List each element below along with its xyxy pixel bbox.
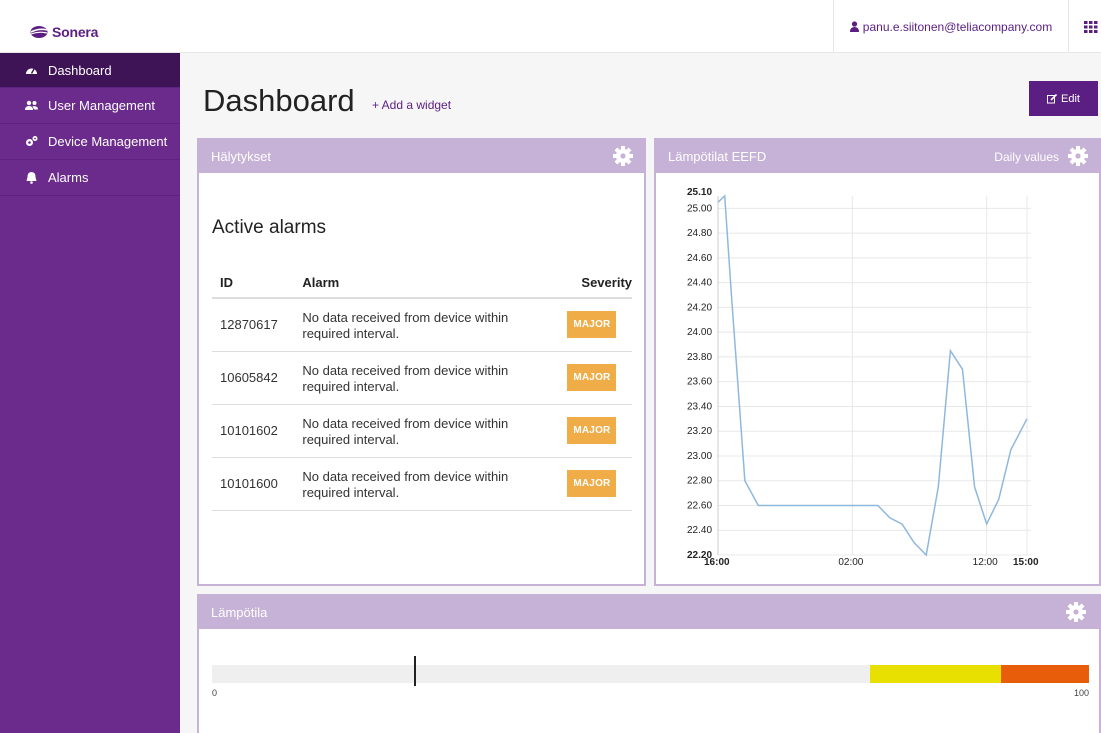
y-tick-label: 25.10 xyxy=(687,187,712,198)
sidebar-item-alarms[interactable]: Alarms xyxy=(0,160,180,196)
y-tick-label: 24.00 xyxy=(687,327,712,338)
temperature-chart-widget: Lämpötilat EEFD Daily values 22.20 22.40 2… xyxy=(654,138,1101,586)
alarm-message: No data received from device within requ… xyxy=(294,404,560,458)
widget-header: Lämpötilat EEFD Daily values xyxy=(656,140,1099,173)
gauge-value-marker xyxy=(413,656,416,686)
y-tick-label: 22.80 xyxy=(687,476,712,487)
widget-header: Hälytykset xyxy=(199,140,644,173)
gear-icon[interactable] xyxy=(1065,601,1087,623)
table-row[interactable]: 10101600 No data received from device wi… xyxy=(212,457,632,511)
brand-logo[interactable]: Sonera xyxy=(30,22,98,42)
sidebar-item-label: Dashboard xyxy=(48,62,112,78)
temperature-gauge-widget: Lämpötila 0 100 xyxy=(197,594,1101,733)
x-tick-label: 02:00 xyxy=(838,557,863,568)
y-tick-label: 23.60 xyxy=(687,377,712,388)
widget-title: Hälytykset xyxy=(211,149,271,164)
alarm-message: No data received from device within requ… xyxy=(294,298,560,352)
edit-button[interactable]: Edit xyxy=(1029,81,1098,116)
y-tick-label: 24.80 xyxy=(687,228,712,239)
user-icon xyxy=(849,21,859,32)
gauge-track xyxy=(212,665,1089,683)
alarms-widget: Hälytykset Active alarms ID Alarm Severi… xyxy=(197,138,646,586)
x-tick-label: 12:00 xyxy=(973,557,998,568)
table-header-row: ID Alarm Severity xyxy=(212,268,632,299)
sidebar-item-label: Alarms xyxy=(48,170,89,185)
widget-title: Lämpötilat EEFD xyxy=(668,149,767,164)
page-title: Dashboard xyxy=(203,83,355,118)
edit-button-label: Edit xyxy=(1061,92,1080,105)
temperature-line-chart[interactable]: 22.2022.4022.6022.8023.0023.2023.4023.60… xyxy=(656,173,1099,583)
alarm-message: No data received from device within requ… xyxy=(294,457,560,511)
sidebar-item-dashboard[interactable]: Dashboard xyxy=(0,53,180,88)
alarm-severity: MAJOR xyxy=(559,457,632,511)
alarm-id: 10101602 xyxy=(212,404,295,458)
users-icon xyxy=(25,100,38,110)
y-tick-label: 24.60 xyxy=(687,253,712,264)
sidebar-item-label: Device Management xyxy=(48,134,168,149)
user-menu[interactable]: panu.e.siitonen@teliacompany.com xyxy=(833,0,1069,53)
y-tick-label: 24.20 xyxy=(687,302,712,313)
x-tick-label: 16:00 xyxy=(704,557,730,568)
y-tick-label: 23.80 xyxy=(687,352,712,363)
tachometer-icon xyxy=(26,68,37,74)
alarm-id: 10101600 xyxy=(212,457,295,511)
gauge-zone xyxy=(869,665,1002,683)
y-tick-label: 23.20 xyxy=(687,426,712,437)
severity-badge: MAJOR xyxy=(567,470,617,497)
gear-icon[interactable] xyxy=(1067,145,1089,167)
alarm-id: 12870617 xyxy=(212,298,295,352)
y-tick-label: 22.40 xyxy=(687,525,712,536)
severity-badge: MAJOR xyxy=(567,364,617,391)
cogs-icon xyxy=(26,136,38,146)
grid-icon[interactable] xyxy=(1084,21,1098,33)
widget-header: Lämpötila xyxy=(199,596,1099,629)
y-tick-label: 22.60 xyxy=(687,500,712,511)
brand-name: Sonera xyxy=(52,24,99,40)
y-tick-label: 25.00 xyxy=(687,203,712,214)
severity-badge: MAJOR xyxy=(567,417,617,444)
column-header-alarm: Alarm xyxy=(294,268,560,299)
table-row[interactable]: 10605842 No data received from device wi… xyxy=(212,351,632,405)
gauge-min-label: 0 xyxy=(212,688,218,698)
bell-icon xyxy=(26,172,37,184)
sidebar: Dashboard User Management Device Managem… xyxy=(0,53,180,733)
user-email: panu.e.siitonen@teliacompany.com xyxy=(862,19,1053,34)
column-header-severity: Severity xyxy=(559,268,632,299)
gear-icon[interactable] xyxy=(612,145,634,167)
alarm-severity: MAJOR xyxy=(559,298,632,352)
add-widget-link[interactable]: + Add a widget xyxy=(372,98,451,112)
alarm-message: No data received from device within requ… xyxy=(294,351,560,405)
sonera-logo-icon xyxy=(30,26,48,38)
temperature-series-line xyxy=(717,194,1028,557)
gauge-zone xyxy=(1001,665,1089,683)
table-row[interactable]: 12870617 No data received from device wi… xyxy=(212,298,632,352)
y-tick-label: 24.40 xyxy=(687,278,712,289)
column-header-id: ID xyxy=(212,268,295,299)
sidebar-item-label: User Management xyxy=(48,98,155,113)
severity-badge: MAJOR xyxy=(567,311,617,339)
y-tick-label: 23.00 xyxy=(687,451,712,462)
sidebar-item-device-management[interactable]: Device Management xyxy=(0,124,180,160)
alarm-severity: MAJOR xyxy=(559,404,632,458)
y-tick-label: 23.40 xyxy=(687,401,712,412)
table-row[interactable]: 10101602 No data received from device wi… xyxy=(212,404,632,458)
alarm-severity: MAJOR xyxy=(559,351,632,405)
edit-icon xyxy=(1047,93,1058,103)
alarms-heading: Active alarms xyxy=(212,217,327,238)
gauge-max-label: 100 xyxy=(1073,688,1089,698)
alarm-id: 10605842 xyxy=(212,351,295,405)
widget-title: Lämpötila xyxy=(211,605,268,620)
alarms-table: ID Alarm Severity 12870617 No data recei… xyxy=(212,268,632,511)
top-bar: Sonera panu.e.siitonen@teliacompany.com xyxy=(0,0,1101,53)
daily-values-toggle[interactable]: Daily values xyxy=(994,150,1059,164)
x-tick-label: 15:00 xyxy=(1013,557,1039,568)
sidebar-item-user-management[interactable]: User Management xyxy=(0,88,180,124)
